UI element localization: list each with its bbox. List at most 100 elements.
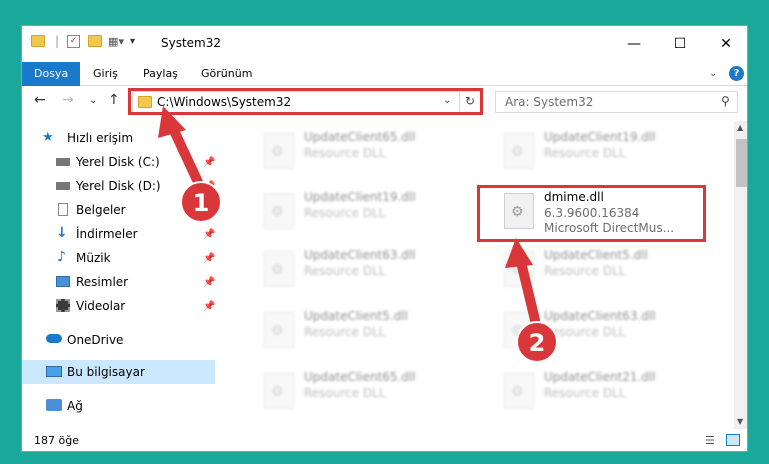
pictures-icon bbox=[56, 276, 70, 287]
tab-share[interactable]: Paylaş bbox=[131, 62, 190, 86]
sidebar-item-music[interactable]: ♪ Müzik 📌 bbox=[22, 246, 215, 270]
forward-arrow-icon[interactable]: → bbox=[62, 92, 74, 108]
properties-icon[interactable]: ✓ bbox=[67, 34, 81, 48]
large-icons-view-icon[interactable] bbox=[726, 434, 740, 446]
details-view-icon[interactable]: ☰ bbox=[705, 434, 715, 447]
close-button[interactable]: ✕ bbox=[703, 26, 747, 62]
file-item[interactable]: UpdateClient19.dll Resource DLL bbox=[256, 187, 476, 237]
vertical-scrollbar[interactable]: ▲ ▼ bbox=[734, 121, 747, 429]
pin-icon[interactable]: 📌 bbox=[203, 277, 215, 288]
dll-file-icon bbox=[264, 373, 294, 409]
file-item[interactable]: UpdateClient21.dll Resource DLL bbox=[496, 367, 716, 417]
sidebar-item-label: Yerel Disk (D:) bbox=[76, 179, 161, 193]
file-name: UpdateClient65.dll bbox=[304, 130, 416, 144]
file-name: UpdateClient5.dll bbox=[544, 248, 648, 262]
drive-icon bbox=[56, 158, 70, 166]
scroll-up-icon[interactable]: ▲ bbox=[737, 123, 743, 132]
download-icon: ↓ bbox=[56, 225, 68, 241]
file-description: Resource DLL bbox=[304, 264, 386, 278]
sidebar-item-downloads[interactable]: ↓ İndirmeler 📌 bbox=[22, 222, 215, 246]
search-box[interactable]: Ara: System32 ⚲ bbox=[495, 91, 738, 113]
ribbon: Dosya Giriş Paylaş Görünüm ⌄ ? bbox=[22, 62, 747, 86]
file-description: Resource DLL bbox=[544, 386, 626, 400]
file-item[interactable]: UpdateClient5.dll Resource DLL bbox=[496, 245, 716, 295]
pin-icon[interactable]: 📌 bbox=[203, 157, 215, 168]
sidebar-item-pictures[interactable]: Resimler 📌 bbox=[22, 270, 215, 294]
address-highlight-box bbox=[128, 88, 483, 115]
file-name: UpdateClient5.dll bbox=[304, 309, 408, 323]
sidebar-item-label: Bu bilgisayar bbox=[67, 365, 145, 379]
search-icon[interactable]: ⚲ bbox=[721, 94, 730, 108]
tab-view[interactable]: Görünüm bbox=[189, 62, 264, 86]
pin-icon[interactable]: 📌 bbox=[203, 301, 215, 312]
file-highlight-box bbox=[477, 185, 706, 242]
computer-icon bbox=[46, 366, 62, 377]
sidebar-item-quick-access[interactable]: ★ Hızlı erişim bbox=[22, 126, 215, 150]
file-item[interactable]: UpdateClient63.dll Resource DLL bbox=[256, 245, 476, 295]
back-arrow-icon[interactable]: ← bbox=[34, 92, 46, 108]
sidebar-item-network[interactable]: Ağ bbox=[22, 394, 215, 418]
customize-view-icon[interactable]: ▦▾ bbox=[108, 35, 124, 48]
recent-chevron-icon[interactable]: ⌄ bbox=[89, 95, 97, 106]
tab-home[interactable]: Giriş bbox=[81, 62, 130, 86]
sidebar-item-disk-d[interactable]: Yerel Disk (D:) 📌 bbox=[22, 174, 215, 198]
separator-icon: | bbox=[55, 34, 60, 48]
title-bar: | ✓ ▦▾ ▾ System32 — ☐ ✕ bbox=[22, 26, 747, 62]
pin-icon[interactable]: 📌 bbox=[203, 253, 215, 264]
pin-icon[interactable]: 📌 bbox=[203, 229, 215, 240]
chevron-down-icon[interactable]: ▾ bbox=[130, 36, 135, 47]
tab-file[interactable]: Dosya bbox=[22, 62, 81, 86]
pin-icon[interactable]: 📌 bbox=[203, 205, 215, 216]
file-list: UpdateClient65.dll Resource DLL UpdateCl… bbox=[216, 121, 734, 429]
documents-icon bbox=[58, 203, 68, 216]
sidebar-item-videos[interactable]: Videolar 📌 bbox=[22, 294, 215, 318]
help-icon[interactable]: ? bbox=[729, 66, 744, 81]
network-icon bbox=[46, 399, 62, 411]
file-description: Resource DLL bbox=[544, 264, 626, 278]
sidebar-item-label: Resimler bbox=[76, 275, 129, 289]
minimize-button[interactable]: — bbox=[611, 26, 657, 62]
sidebar-item-this-pc[interactable]: Bu bilgisayar bbox=[22, 360, 215, 384]
file-item[interactable]: UpdateClient19.dll Resource DLL bbox=[496, 127, 716, 177]
sidebar-item-label: Ağ bbox=[67, 399, 83, 413]
sidebar-item-onedrive[interactable]: OneDrive bbox=[22, 328, 215, 352]
quick-access-toolbar: | ✓ ▦▾ ▾ bbox=[31, 34, 135, 48]
file-item[interactable]: UpdateClient63.dll Resource DLL bbox=[496, 306, 716, 356]
file-name: UpdateClient63.dll bbox=[544, 309, 656, 323]
file-name: UpdateClient19.dll bbox=[544, 130, 656, 144]
file-name: UpdateClient19.dll bbox=[304, 190, 416, 204]
file-item[interactable]: UpdateClient65.dll Resource DLL bbox=[256, 127, 476, 177]
dll-file-icon bbox=[504, 133, 534, 169]
window-title: System32 bbox=[161, 36, 222, 50]
dll-file-icon bbox=[264, 193, 294, 229]
sidebar-item-disk-c[interactable]: Yerel Disk (C:) 📌 bbox=[22, 150, 215, 174]
drive-icon bbox=[56, 182, 70, 190]
navigation-pane: ★ Hızlı erişim Yerel Disk (C:) 📌 Yerel D… bbox=[22, 124, 215, 424]
file-name: UpdateClient21.dll bbox=[544, 370, 656, 384]
maximize-button[interactable]: ☐ bbox=[657, 26, 703, 62]
search-input[interactable]: Ara: System32 bbox=[505, 95, 593, 109]
file-description: Resource DLL bbox=[304, 325, 386, 339]
scroll-down-icon[interactable]: ▼ bbox=[737, 417, 743, 426]
sidebar-item-label: OneDrive bbox=[67, 333, 124, 347]
up-arrow-icon[interactable]: ↑ bbox=[108, 92, 120, 108]
dll-file-icon bbox=[504, 312, 534, 348]
dll-file-icon bbox=[264, 251, 294, 287]
sidebar-item-documents[interactable]: Belgeler 📌 bbox=[22, 198, 215, 222]
file-name: UpdateClient65.dll bbox=[304, 370, 416, 384]
sidebar-item-label: Hızlı erişim bbox=[67, 131, 134, 145]
sidebar-item-label: Yerel Disk (C:) bbox=[76, 155, 160, 169]
sidebar-item-label: Belgeler bbox=[76, 203, 126, 217]
chevron-down-icon[interactable]: ⌄ bbox=[709, 68, 717, 79]
pin-icon[interactable]: 📌 bbox=[203, 181, 215, 192]
new-folder-icon[interactable] bbox=[88, 35, 103, 47]
file-item[interactable]: UpdateClient65.dll Resource DLL bbox=[256, 367, 476, 417]
file-description: Resource DLL bbox=[304, 386, 386, 400]
sidebar-item-label: İndirmeler bbox=[76, 227, 138, 241]
star-icon: ★ bbox=[42, 130, 54, 145]
scroll-thumb[interactable] bbox=[736, 139, 747, 187]
videos-icon bbox=[56, 299, 70, 312]
file-item[interactable]: UpdateClient5.dll Resource DLL bbox=[256, 306, 476, 356]
music-icon: ♪ bbox=[57, 249, 66, 265]
file-description: Resource DLL bbox=[304, 146, 386, 160]
